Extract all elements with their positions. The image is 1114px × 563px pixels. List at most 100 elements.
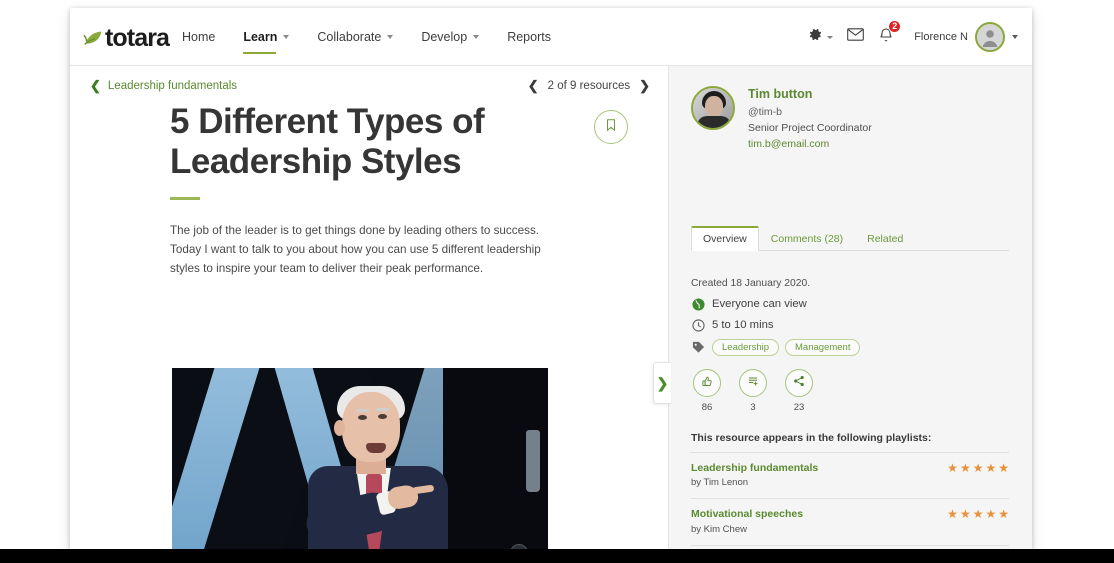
star-icon: ★ bbox=[947, 462, 958, 474]
author-email[interactable]: tim.b@email.com bbox=[748, 136, 872, 152]
chevron-left-icon[interactable]: ❮ bbox=[528, 78, 539, 94]
like-button[interactable] bbox=[693, 369, 721, 397]
share-button[interactable] bbox=[785, 369, 813, 397]
author-profile: Tim button @tim-b Senior Project Coordin… bbox=[691, 86, 872, 152]
visibility-row: Everyone can view bbox=[691, 297, 1009, 311]
playlist-author: by Tim Lenon bbox=[691, 476, 818, 490]
nav-item-collaborate[interactable]: Collaborate bbox=[317, 30, 393, 44]
tab-label: Comments (28) bbox=[771, 233, 843, 245]
star-icon: ★ bbox=[960, 462, 971, 474]
star-icon: ★ bbox=[985, 508, 996, 520]
star-icon: ★ bbox=[998, 508, 1009, 520]
nav-item-learn[interactable]: Learn bbox=[243, 30, 289, 44]
playlist-name[interactable]: Leadership fundamentals bbox=[691, 461, 818, 476]
breadcrumb-label: Leadership fundamentals bbox=[108, 80, 237, 92]
active-indicator bbox=[243, 52, 276, 55]
title-divider bbox=[170, 197, 200, 200]
breadcrumb[interactable]: ❮ Leadership fundamentals bbox=[90, 78, 237, 94]
notification-badge: 2 bbox=[888, 20, 901, 33]
video-player[interactable]: 5:04 / 1:02:36 1080p bbox=[172, 368, 548, 563]
tab-overview[interactable]: Overview bbox=[691, 226, 759, 251]
like-icon bbox=[701, 374, 713, 392]
duration-label: 5 to 10 mins bbox=[712, 319, 774, 331]
playlist-info: Motivational speeches by Kim Chew bbox=[691, 507, 803, 536]
tags-row: Leadership Management bbox=[691, 339, 1009, 356]
tab-label: Related bbox=[867, 233, 903, 245]
tab-related[interactable]: Related bbox=[855, 227, 915, 251]
author-name[interactable]: Tim button bbox=[748, 86, 872, 104]
nav-item-develop[interactable]: Develop bbox=[421, 30, 479, 44]
like-count: 86 bbox=[693, 402, 721, 413]
playlist-info: Leadership fundamentals by Tim Lenon bbox=[691, 461, 818, 490]
primary-nav: Home Learn Collaborate Develop Reports bbox=[182, 8, 579, 66]
share-icon bbox=[793, 374, 805, 392]
nav-item-label: Collaborate bbox=[317, 30, 381, 44]
messages-button[interactable] bbox=[847, 28, 864, 46]
chevron-down-icon bbox=[387, 35, 393, 39]
main-area: ❮ Leadership fundamentals ❮ 2 of 9 resou… bbox=[70, 66, 1032, 549]
sidebar-tabs: Overview Comments (28) Related bbox=[691, 226, 1009, 251]
share-action: 23 bbox=[785, 369, 813, 413]
chevron-right-icon: ❯ bbox=[657, 375, 669, 392]
globe-icon bbox=[691, 297, 705, 311]
resource-metadata: Created 18 January 2020. Everyone can vi… bbox=[691, 278, 1009, 363]
author-details: Tim button @tim-b Senior Project Coordin… bbox=[748, 86, 872, 152]
article-body: The job of the leader is to get things d… bbox=[170, 222, 548, 279]
resource-toolbar: ❮ Leadership fundamentals ❮ 2 of 9 resou… bbox=[70, 66, 668, 102]
user-name-label: Florence N bbox=[914, 31, 968, 43]
author-role: Senior Project Coordinator bbox=[748, 120, 872, 136]
playlist-name[interactable]: Motivational speeches bbox=[691, 507, 803, 522]
brand-name: totara bbox=[105, 26, 169, 51]
list-item: Motivational speeches by Kim Chew ★ ★ ★ … bbox=[691, 499, 1009, 545]
duration-row: 5 to 10 mins bbox=[691, 318, 1009, 332]
star-icon: ★ bbox=[998, 462, 1009, 474]
tag-leadership[interactable]: Leadership bbox=[712, 339, 779, 356]
settings-button[interactable] bbox=[808, 27, 833, 47]
chevron-left-icon: ❮ bbox=[90, 78, 101, 94]
author-handle: @tim-b bbox=[748, 104, 872, 120]
status-badge: ★ ★ ★ ★ ★ bbox=[947, 461, 1009, 474]
resource-pager: ❮ 2 of 9 resources ❯ bbox=[528, 78, 650, 94]
screen-bottom-bar bbox=[0, 549, 1114, 563]
visibility-label: Everyone can view bbox=[712, 298, 807, 310]
nav-item-label: Reports bbox=[507, 30, 551, 44]
chevron-down-icon bbox=[827, 36, 833, 39]
star-icon: ★ bbox=[973, 462, 984, 474]
screen: totara Home Learn Collaborate Develop bbox=[0, 0, 1114, 563]
leaf-icon bbox=[82, 27, 104, 49]
avatar bbox=[975, 22, 1005, 52]
sidebar-toggle-button[interactable]: ❯ bbox=[653, 362, 671, 404]
page-title: 5 Different Types of Leadership Styles bbox=[170, 102, 500, 181]
nav-item-home[interactable]: Home bbox=[182, 30, 215, 44]
user-menu[interactable]: Florence N bbox=[914, 22, 1018, 52]
speaker-figure bbox=[290, 388, 460, 563]
bookmark-button[interactable] bbox=[594, 110, 628, 144]
envelope-icon bbox=[847, 28, 864, 46]
status-badge: ★ ★ ★ ★ ★ bbox=[947, 507, 1009, 520]
tab-comments[interactable]: Comments (28) bbox=[759, 227, 855, 251]
like-action: 86 bbox=[693, 369, 721, 413]
bookmark-icon bbox=[604, 118, 618, 137]
list-item: Leadership fundamentals by Tim Lenon ★ ★… bbox=[691, 453, 1009, 499]
brand-logo[interactable]: totara bbox=[82, 24, 169, 52]
tag-management[interactable]: Management bbox=[785, 339, 860, 356]
tag-icon bbox=[691, 341, 705, 355]
star-icon: ★ bbox=[973, 508, 984, 520]
avatar[interactable] bbox=[691, 86, 735, 130]
playlist-author: by Kim Chew bbox=[691, 523, 803, 537]
page-canvas: totara Home Learn Collaborate Develop bbox=[70, 8, 1032, 549]
nav-item-label: Learn bbox=[243, 30, 277, 44]
resource-actions: 86 3 bbox=[693, 369, 831, 413]
article-title-row: 5 Different Types of Leadership Styles bbox=[70, 102, 668, 181]
nav-item-reports[interactable]: Reports bbox=[507, 30, 551, 44]
playlist-action: 3 bbox=[739, 369, 767, 413]
clock-icon bbox=[691, 318, 705, 332]
notifications-button[interactable]: 2 bbox=[878, 27, 894, 48]
resource-content: ❮ Leadership fundamentals ❮ 2 of 9 resou… bbox=[70, 66, 668, 549]
nav-utility-group: 2 Florence N bbox=[794, 8, 1018, 66]
playlist-count: 3 bbox=[739, 402, 767, 413]
add-to-playlist-button[interactable] bbox=[739, 369, 767, 397]
article: 5 Different Types of Leadership Styles T… bbox=[70, 102, 668, 279]
video-frame bbox=[172, 368, 548, 563]
chevron-right-icon[interactable]: ❯ bbox=[639, 78, 650, 94]
